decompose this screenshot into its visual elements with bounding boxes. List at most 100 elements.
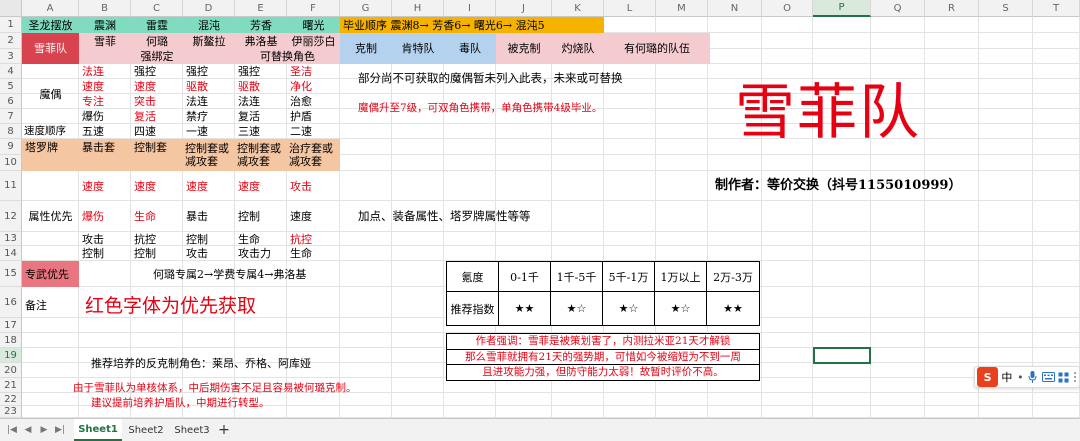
row-header[interactable]: 19 — [0, 348, 22, 363]
keyboard-icon[interactable] — [1041, 367, 1056, 387]
row-header[interactable]: 9 — [0, 139, 22, 155]
next-sheet-icon[interactable]: ▶ — [38, 423, 50, 437]
column-header[interactable]: Q — [871, 0, 925, 17]
attribute-cell[interactable]: 生命 — [287, 246, 340, 261]
cell-e9[interactable]: 控制套或减攻套 — [235, 139, 287, 171]
cell-f1[interactable]: 曙光 — [287, 17, 340, 33]
column-header[interactable]: G — [340, 0, 392, 17]
row-header[interactable]: 11 — [0, 171, 22, 201]
row-header[interactable]: 18 — [0, 333, 22, 348]
table-rec-col4[interactable]: ★☆ — [655, 292, 707, 325]
puppet-cell[interactable]: 爆伤 — [79, 109, 131, 124]
row-header[interactable]: 10 — [0, 155, 22, 171]
row-header[interactable]: 21 — [0, 378, 22, 393]
cell-c9[interactable]: 控制套 — [131, 139, 183, 155]
column-header[interactable]: S — [979, 0, 1033, 17]
table-header-col3[interactable]: 5千-1万 — [603, 262, 655, 292]
cell-c2[interactable]: 何璐 — [131, 33, 183, 49]
puppet-cell[interactable]: 速度 — [79, 79, 131, 94]
attribute-cell[interactable]: 速度 — [79, 171, 131, 201]
cell-c3[interactable]: 强绑定 — [131, 49, 183, 64]
puppet-cell[interactable]: 专注 — [79, 94, 131, 109]
row-header[interactable]: 8 — [0, 124, 22, 139]
attribute-cell[interactable]: 控制 — [183, 232, 235, 246]
cell-f2[interactable]: 伊丽莎白 — [287, 33, 340, 49]
ime-toolbar[interactable]: S 中 • — [974, 366, 1080, 388]
last-sheet-icon[interactable]: ▶| — [54, 423, 66, 437]
ime-more-icon[interactable] — [1071, 367, 1079, 387]
cell-g1-graduation-order[interactable]: 毕业顺序 震渊8→ 芳香6→ 曙光6→ 混沌5 — [340, 17, 604, 33]
cell-a16-remark-label[interactable]: 备注 — [22, 292, 79, 318]
first-sheet-icon[interactable]: |◀ — [6, 423, 18, 437]
attribute-cell[interactable]: 抗控 — [287, 232, 340, 246]
table-rec-col1[interactable]: ★★ — [499, 292, 551, 325]
puppet-cell[interactable]: 法连 — [235, 94, 287, 109]
ime-punct-icon[interactable]: • — [1016, 367, 1026, 387]
skin-icon[interactable] — [1056, 367, 1071, 387]
cell-a8-speed-label[interactable]: 速度顺序 — [22, 124, 79, 139]
table-header-col4[interactable]: 1万以上 — [655, 262, 707, 292]
puppet-cell[interactable]: 圣洁 — [287, 64, 340, 79]
author-note-1[interactable]: 作者强调：雪菲是被策划害了，内测拉米亚21天才解锁 — [447, 334, 759, 350]
column-header[interactable]: L — [604, 0, 656, 17]
author-note-3[interactable]: 且进攻能力强，但防守能力太弱！故暂时评价不高。 — [447, 365, 759, 380]
puppet-cell[interactable]: 速度 — [131, 79, 183, 94]
column-header[interactable]: F — [287, 0, 340, 17]
ime-language-toggle[interactable]: 中 — [998, 367, 1015, 387]
cell-exclusive-order[interactable]: 何璐专属2→学费专属4→弗洛基 — [150, 266, 306, 282]
row-header[interactable]: 15 — [0, 261, 22, 287]
column-header[interactable]: D — [183, 0, 235, 17]
column-header[interactable]: K — [552, 0, 604, 17]
table-rec-label[interactable]: 推荐指数 — [447, 292, 499, 325]
row-header[interactable]: 23 — [0, 406, 22, 418]
column-header[interactable]: E — [235, 0, 287, 17]
table-rec-col2[interactable]: ★☆ — [551, 292, 603, 325]
attribute-cell[interactable]: 控制 — [131, 246, 183, 261]
cell-a11-attr-label[interactable]: 属性优先 — [22, 171, 79, 261]
cell-g2-counter[interactable]: 克制 — [340, 33, 392, 64]
cell-d8[interactable]: 一速 — [183, 124, 235, 139]
select-all-corner[interactable] — [0, 0, 22, 17]
column-header[interactable]: A — [22, 0, 79, 17]
cell-c1[interactable]: 雷霆 — [131, 17, 183, 33]
column-header[interactable]: H — [392, 0, 444, 17]
tab-sheet2[interactable]: Sheet2 — [124, 419, 168, 441]
puppet-cell[interactable]: 强控 — [131, 64, 183, 79]
cell-f8[interactable]: 二速 — [287, 124, 340, 139]
advice-line-2[interactable]: 建议提前培养护盾队，中期进行转型。 — [88, 396, 270, 411]
cell-e8[interactable]: 三速 — [235, 124, 287, 139]
cell-e1[interactable]: 芳香 — [235, 17, 287, 33]
table-header-col2[interactable]: 1千-5千 — [551, 262, 603, 292]
cell-a2-team-label[interactable]: 雪菲队 — [22, 33, 79, 64]
cell-e2[interactable]: 弗洛基 — [235, 33, 287, 49]
row-header[interactable]: 5 — [0, 79, 22, 94]
puppet-cell[interactable]: 驱散 — [235, 79, 287, 94]
row-header[interactable]: 17 — [0, 318, 22, 333]
cell-l2-helu-team[interactable]: 有何璐的队伍 — [604, 33, 710, 64]
table-header-col1[interactable]: 0-1千 — [499, 262, 551, 292]
puppet-cell[interactable]: 复活 — [131, 109, 183, 124]
table-rec-col3[interactable]: ★☆ — [603, 292, 655, 325]
row-header[interactable]: 12 — [0, 201, 22, 232]
attribute-cell[interactable]: 速度 — [287, 201, 340, 232]
cell-d1[interactable]: 混沌 — [183, 17, 235, 33]
column-header[interactable]: N — [708, 0, 762, 17]
cell-remark[interactable]: 红色字体为优先获取 — [82, 292, 256, 320]
puppet-cell[interactable]: 突击 — [131, 94, 183, 109]
cell-f9[interactable]: 治疗套或减攻套 — [287, 139, 340, 171]
puppet-cell[interactable]: 强控 — [235, 64, 287, 79]
cell-b8[interactable]: 五速 — [79, 124, 131, 139]
puppet-cell[interactable]: 驱散 — [183, 79, 235, 94]
cell-b2[interactable]: 雪菲 — [79, 33, 131, 49]
note-attributes[interactable]: 加点、装备属性、塔罗牌属性等等 — [355, 208, 531, 224]
row-header[interactable]: 13 — [0, 232, 22, 246]
cell-c8[interactable]: 四速 — [131, 124, 183, 139]
cell-b9[interactable]: 暴击套 — [79, 139, 131, 155]
column-header[interactable]: C — [131, 0, 183, 17]
author-credit[interactable]: 制作者：等价交换（抖号1155010999） — [712, 176, 961, 194]
column-header[interactable]: R — [925, 0, 979, 17]
row-header[interactable]: 4 — [0, 64, 22, 79]
column-header[interactable]: M — [656, 0, 708, 17]
author-note-2[interactable]: 那么雪菲就拥有21天的强势期，可惜如今被缩短为不到一周 — [447, 350, 759, 365]
row-header[interactable]: 20 — [0, 363, 22, 378]
